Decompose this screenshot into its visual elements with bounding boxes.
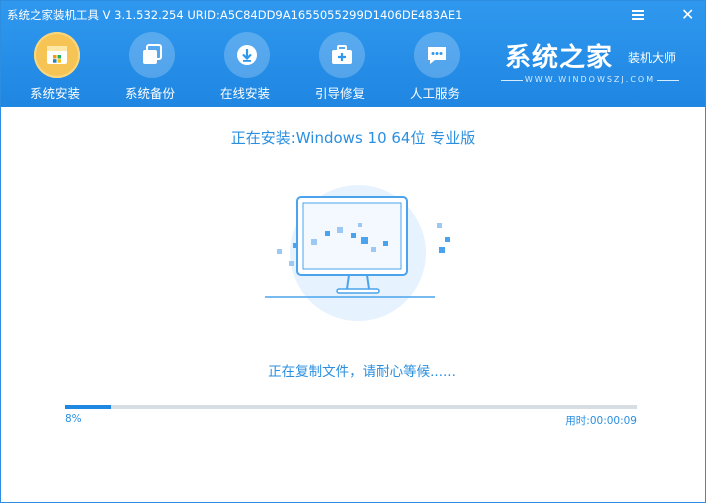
close-button[interactable]: ✕ xyxy=(677,5,699,25)
brand-divider xyxy=(657,80,679,81)
nav-item-manual-service[interactable]: 人工服务 xyxy=(389,29,481,103)
nav-label: 在线安装 xyxy=(219,86,270,101)
progress-bar xyxy=(65,405,637,409)
nav-item-boot-repair[interactable]: 引导修复 xyxy=(294,29,386,103)
window-title: 系统之家装机工具 V 3.1.532.254 URID:A5C84DD9A165… xyxy=(7,8,463,22)
progress-fill xyxy=(65,405,111,409)
brand-url: WWW.WINDOWSZJ.COM xyxy=(524,75,656,84)
installer-window: 系统之家装机工具 V 3.1.532.254 URID:A5C84DD9A165… xyxy=(0,0,706,503)
brand-subtitle: 装机大师 xyxy=(628,51,677,65)
nav-item-system-backup[interactable]: 系统备份 xyxy=(104,29,196,103)
monitor-illustration xyxy=(263,183,453,333)
hamburger-icon xyxy=(632,10,644,20)
chat-bubble-icon xyxy=(414,32,460,78)
nav-item-system-install[interactable]: 系统安装 xyxy=(9,29,101,103)
nav-item-online-install[interactable]: 在线安装 xyxy=(199,29,291,103)
elapsed-time: 用时:00:00:09 xyxy=(565,415,637,427)
toolbox-icon xyxy=(319,32,365,78)
nav-label: 系统安装 xyxy=(29,86,80,101)
install-panel: 正在安装:Windows 10 64位 专业版 正在复制文件，请耐心等候....… xyxy=(1,107,705,502)
install-title: 正在安装:Windows 10 64位 专业版 xyxy=(230,129,476,147)
progress-percent: 8% xyxy=(65,413,82,425)
nav-label: 系统备份 xyxy=(124,86,175,101)
install-status: 正在复制文件，请耐心等候...... xyxy=(268,364,456,380)
backup-layers-icon xyxy=(129,32,175,78)
close-icon: ✕ xyxy=(681,5,695,24)
nav-label: 引导修复 xyxy=(314,86,365,101)
download-arrow-icon xyxy=(224,32,270,78)
title-header: 系统之家装机工具 V 3.1.532.254 URID:A5C84DD9A165… xyxy=(1,1,705,107)
install-box-icon xyxy=(34,32,80,78)
menu-button[interactable] xyxy=(627,5,649,25)
brand-name: 系统之家 xyxy=(505,43,614,73)
nav-label: 人工服务 xyxy=(409,86,460,101)
brand-logo: 系统之家 装机大师 WWW.WINDOWSZJ.COM xyxy=(501,35,691,95)
